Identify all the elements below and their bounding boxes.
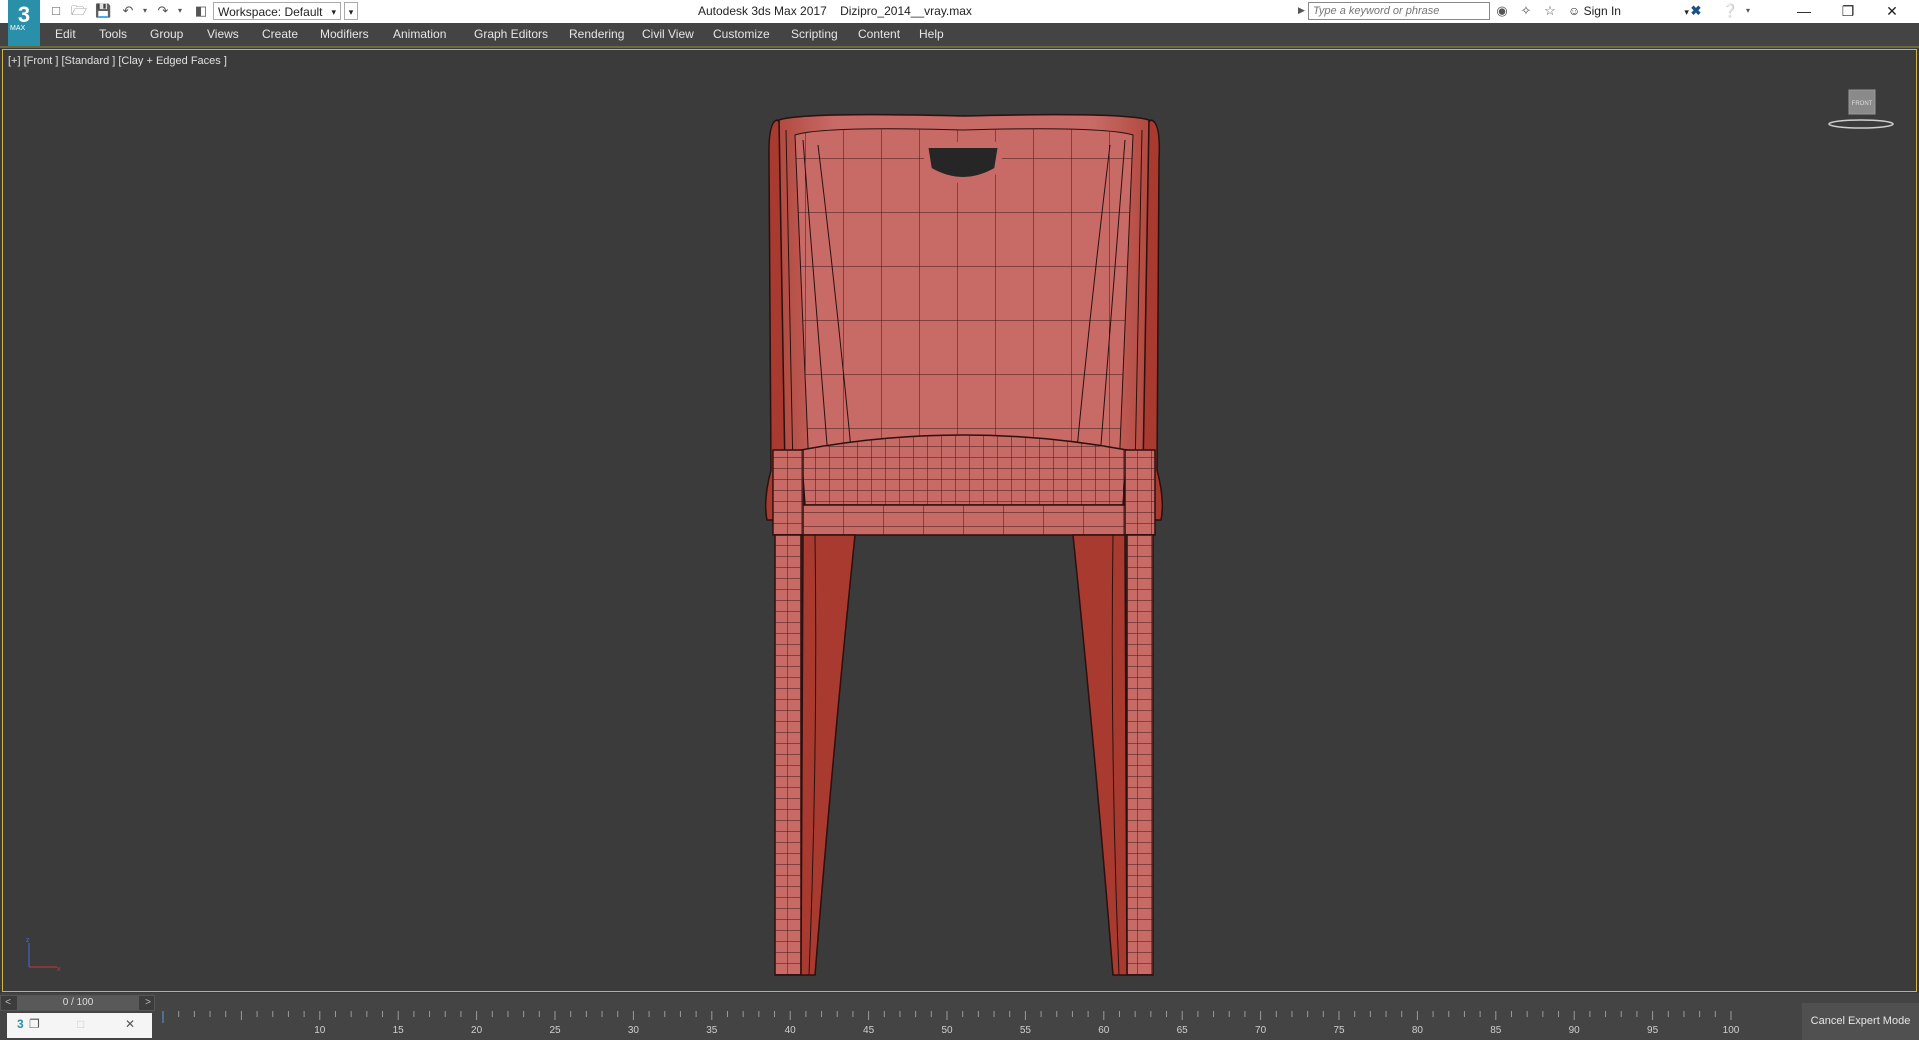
menu-views[interactable]: Views: [207, 27, 239, 41]
ruler-label: 95: [1647, 1025, 1659, 1036]
chair-model: [764, 113, 1164, 976]
menu-content[interactable]: Content: [858, 27, 900, 41]
listener-square-icon[interactable]: □: [77, 1017, 84, 1031]
autodesk-exchange-icon[interactable]: ✖: [1688, 3, 1704, 19]
undo-icon[interactable]: ↶: [120, 3, 136, 19]
help-dropdown-icon[interactable]: ▾: [1740, 3, 1756, 19]
cancel-expert-mode-label: Cancel Expert Mode: [1810, 1015, 1911, 1027]
sign-in-button[interactable]: ☺ Sign In ▾: [1568, 4, 1689, 18]
undo-dropdown-icon[interactable]: ▾: [137, 3, 153, 19]
menu-help[interactable]: Help: [919, 27, 944, 41]
redo-dropdown-icon[interactable]: ▾: [172, 3, 188, 19]
binoculars-icon[interactable]: ◉: [1494, 3, 1510, 19]
favorites-star-icon[interactable]: ☆: [1542, 3, 1558, 19]
save-icon[interactable]: 💾: [95, 3, 111, 19]
app-title: Autodesk 3ds Max 2017: [698, 4, 827, 18]
next-frame-button[interactable]: >: [141, 996, 155, 1010]
new-file-icon[interactable]: □: [48, 3, 64, 19]
ruler-label: 35: [706, 1025, 718, 1036]
app-logo-subtext: MAX: [10, 25, 26, 32]
ruler-label: 45: [863, 1025, 875, 1036]
redo-icon[interactable]: ↷: [155, 3, 171, 19]
viewcube-face-label: FRONT: [1852, 101, 1873, 107]
time-slider-thumb[interactable]: 0 / 100: [17, 996, 139, 1010]
workspace-dropdown[interactable]: Workspace: Default ▾: [213, 2, 341, 20]
menu-civil-view[interactable]: Civil View: [642, 27, 694, 41]
user-icon: ☺: [1568, 4, 1581, 18]
close-button[interactable]: ✕: [1870, 0, 1914, 23]
axis-gizmo: z x: [26, 937, 61, 973]
menu-scripting[interactable]: Scripting: [791, 27, 838, 41]
ruler-label: 50: [941, 1025, 953, 1036]
chair-handle-hole: [921, 142, 1005, 183]
quick-access-customize-button[interactable]: ▾: [344, 2, 358, 20]
svg-text:x: x: [57, 966, 61, 973]
front-viewport[interactable]: [+] [Front ] [Standard ] [Clay + Edged F…: [2, 49, 1917, 992]
viewcube[interactable]: FRONT: [1825, 84, 1895, 134]
ruler-label: 15: [393, 1025, 405, 1036]
prev-frame-button[interactable]: <: [1, 996, 15, 1010]
menu-edit[interactable]: Edit: [55, 27, 76, 41]
menu-customize[interactable]: Customize: [713, 27, 770, 41]
svg-text:z: z: [26, 937, 30, 944]
search-input[interactable]: [1308, 2, 1490, 20]
close-icon[interactable]: ✕: [125, 1017, 135, 1031]
maxscript-mini-listener[interactable]: 3 ❐ □ ✕: [7, 1013, 152, 1038]
ruler-label: 40: [785, 1025, 797, 1036]
ruler-label: 65: [1177, 1025, 1189, 1036]
minimize-button[interactable]: —: [1782, 0, 1826, 23]
chair-back-right-leg: [1072, 534, 1128, 976]
menu-modifiers[interactable]: Modifiers: [320, 27, 369, 41]
maxscript-icon[interactable]: 3: [17, 1017, 24, 1031]
window-title: Autodesk 3ds Max 2017 Dizipro_2014__vray…: [698, 4, 972, 18]
track-bar[interactable]: 10 15 20 25 30 35 40 45 50 55 60 65 70 75 80 85 90 95 100: [155, 1011, 1755, 1040]
search-expand-icon[interactable]: ▶: [1298, 5, 1305, 16]
file-name: Dizipro_2014__vray.max: [840, 4, 972, 18]
project-folder-icon[interactable]: ◧: [193, 3, 209, 19]
help-icon[interactable]: ❔: [1722, 3, 1738, 19]
ruler-label: 60: [1098, 1025, 1110, 1036]
workspace-label: Workspace: Default: [218, 5, 323, 19]
menu-graph-editors[interactable]: Graph Editors: [474, 27, 548, 41]
communication-center-icon[interactable]: ✧: [1518, 3, 1534, 19]
ruler-label: 75: [1333, 1025, 1345, 1036]
ruler-label: 25: [549, 1025, 561, 1036]
listener-window-icon[interactable]: ❐: [29, 1017, 40, 1031]
menu-bar: Edit Tools Group Views Create Modifiers …: [0, 23, 1919, 48]
ruler-label: 90: [1569, 1025, 1581, 1036]
restore-button[interactable]: ❐: [1826, 0, 1870, 23]
title-bar: 3 MAX □ 🗁 💾 ↶ ▾ ↷ ▾ ◧ Workspace: Default…: [0, 0, 1919, 46]
chevron-down-icon: ▾: [331, 7, 336, 17]
ruler-label: 70: [1255, 1025, 1267, 1036]
sign-in-label: Sign In: [1583, 4, 1621, 18]
ruler-label: 80: [1412, 1025, 1424, 1036]
menu-rendering[interactable]: Rendering: [569, 27, 624, 41]
ruler-label: 85: [1490, 1025, 1502, 1036]
menu-create[interactable]: Create: [262, 27, 298, 41]
ruler-label: 100: [1723, 1025, 1740, 1036]
open-file-icon[interactable]: 🗁: [71, 3, 87, 19]
menu-group[interactable]: Group: [150, 27, 183, 41]
ruler-label: 55: [1020, 1025, 1032, 1036]
app-menu-button[interactable]: 3 MAX: [8, 0, 40, 46]
ruler-label: 30: [628, 1025, 640, 1036]
cancel-expert-mode-button[interactable]: Cancel Expert Mode: [1802, 1003, 1919, 1040]
ruler-label: 20: [471, 1025, 483, 1036]
timeline-panel: < 0 / 100 > 3 ❐ □ ✕ 10 15 20 25 30 35 40 45 50 55…: [0, 993, 1919, 1040]
menu-tools[interactable]: Tools: [99, 27, 127, 41]
menu-animation[interactable]: Animation: [393, 27, 446, 41]
ruler-label: 10: [314, 1025, 326, 1036]
chair-back-left-leg: [800, 534, 856, 976]
time-slider[interactable]: < 0 / 100 >: [0, 995, 155, 1011]
